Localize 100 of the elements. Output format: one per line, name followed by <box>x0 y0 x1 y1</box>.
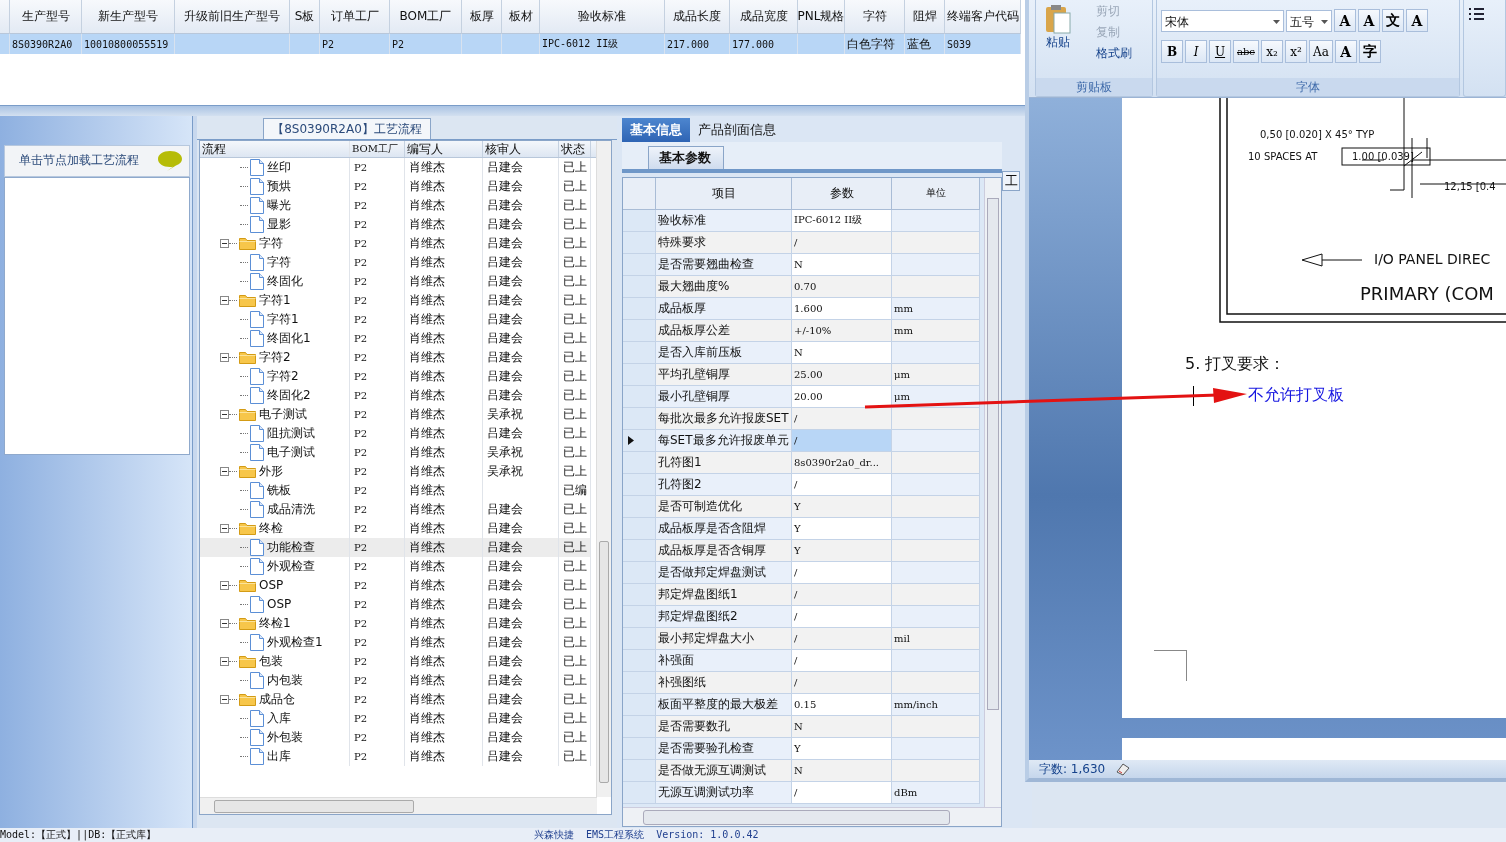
tree-row[interactable]: 终固化1 P2 肖维杰 吕建会 已上 <box>200 328 591 348</box>
tab[interactable]: 工 <box>1002 170 1020 191</box>
tree-row[interactable]: 外观检查1 P2 肖维杰 吕建会 已上 <box>200 632 591 652</box>
ribbon-button[interactable]: Aa <box>1308 40 1333 63</box>
table-cell[interactable]: Y <box>792 737 892 760</box>
tab[interactable]: 基本信息 <box>622 117 690 142</box>
table-cell[interactable]: N <box>792 341 892 364</box>
column-header[interactable]: 生产型号 <box>10 0 82 34</box>
ribbon-button[interactable]: B <box>1161 40 1183 63</box>
column-header[interactable]: PNL规格 <box>798 0 845 34</box>
row-header[interactable] <box>623 429 656 452</box>
table-cell[interactable]: 1.600 <box>792 297 892 320</box>
table-cell[interactable]: / <box>792 649 892 672</box>
table-cell[interactable]: +/-10% <box>792 319 892 342</box>
ribbon-button[interactable]: A <box>1406 9 1428 32</box>
tree-row[interactable]: 显影 P2 肖维杰 吕建会 已上 <box>200 214 591 234</box>
collapse-icon[interactable] <box>220 466 229 476</box>
column-header[interactable]: 升级前旧生产型号 <box>175 0 290 34</box>
table-cell[interactable]: N <box>792 253 892 276</box>
collapse-icon[interactable] <box>220 238 229 248</box>
tree-row[interactable]: OSP P2 肖维杰 吕建会 已上 <box>200 575 591 595</box>
ribbon-button[interactable]: A <box>1334 9 1356 32</box>
column-header[interactable]: 字符 <box>845 0 905 34</box>
scrollbar[interactable] <box>984 177 1001 808</box>
tree-row[interactable]: 出库 P2 肖维杰 吕建会 已上 <box>200 746 591 766</box>
tree-row[interactable]: OSP P2 肖维杰 吕建会 已上 <box>200 594 591 614</box>
table-cell[interactable]: Y <box>792 495 892 518</box>
column-header[interactable]: 状态 <box>559 140 591 157</box>
splitter-bar[interactable] <box>0 104 1025 116</box>
collapse-icon[interactable] <box>220 580 229 590</box>
table-cell[interactable]: 25.00 <box>792 363 892 386</box>
column-header[interactable]: 终端客户代码 <box>945 0 1021 34</box>
ribbon-button[interactable]: U <box>1209 40 1231 63</box>
column-header[interactable]: 参数 <box>792 177 892 210</box>
paste-button[interactable]: 粘贴 <box>1036 0 1080 78</box>
ribbon-button[interactable]: 格式刷 <box>1080 44 1132 63</box>
table-cell[interactable]: N <box>792 715 892 738</box>
table-cell[interactable]: 8s0390r2a0_dr... <box>792 451 892 474</box>
table-cell[interactable]: / <box>792 561 892 584</box>
tree-row[interactable]: 功能检查 P2 肖维杰 吕建会 已上 <box>200 537 591 557</box>
column-header[interactable]: 板材 <box>502 0 540 34</box>
dropdown-icon[interactable] <box>1321 19 1328 24</box>
column-header[interactable]: BOM工厂 <box>390 0 462 34</box>
table-cell[interactable]: Y <box>792 539 892 562</box>
tree-row[interactable]: 预烘 P2 肖维杰 吕建会 已上 <box>200 176 591 196</box>
collapse-icon[interactable] <box>220 352 229 362</box>
tree-row[interactable]: 终固化 P2 肖维杰 吕建会 已上 <box>200 271 591 291</box>
ribbon-button[interactable]: 文 <box>1382 9 1404 32</box>
tree-row[interactable]: 终检1 P2 肖维杰 吕建会 已上 <box>200 613 591 633</box>
tree-row[interactable]: 字符2 P2 肖维杰 吕建会 已上 <box>200 366 591 386</box>
tree-row[interactable]: 外包装 P2 肖维杰 吕建会 已上 <box>200 727 591 747</box>
scrollbar[interactable] <box>200 797 597 814</box>
proofing-icon[interactable] <box>1115 762 1132 776</box>
tree-row[interactable]: 入库 P2 肖维杰 吕建会 已上 <box>200 708 591 728</box>
ribbon-button[interactable]: A <box>1334 40 1357 63</box>
scrollbar[interactable] <box>596 140 611 797</box>
ribbon-button[interactable]: x₂ <box>1260 40 1283 63</box>
tree-row[interactable]: 外形 P2 肖维杰 吴承祝 已上 <box>200 461 591 481</box>
tree-row[interactable]: 铣板 P2 肖维杰 已编 <box>200 480 591 500</box>
collapse-icon[interactable] <box>220 656 229 666</box>
table-cell[interactable]: / <box>792 671 892 694</box>
column-header[interactable]: 成品长度 <box>665 0 730 34</box>
ribbon-button[interactable]: abc <box>1233 40 1259 63</box>
ribbon-button[interactable]: A <box>1358 9 1380 32</box>
ribbon-button[interactable]: 字 <box>1358 40 1381 63</box>
word-count[interactable]: 字数: 1,630 <box>1039 760 1106 778</box>
column-header[interactable]: 验收标准 <box>540 0 665 34</box>
tree-row[interactable]: 外观检查 P2 肖维杰 吕建会 已上 <box>200 556 591 576</box>
tree-row[interactable]: 成品仓 P2 肖维杰 吕建会 已上 <box>200 689 591 709</box>
tree-row[interactable]: 字符 P2 肖维杰 吕建会 已上 <box>200 252 591 272</box>
tree-row[interactable]: 曝光 P2 肖维杰 吕建会 已上 <box>200 195 591 215</box>
tree-row[interactable]: 字符1 P2 肖维杰 吕建会 已上 <box>200 290 591 310</box>
column-header[interactable]: 成品宽度 <box>730 0 798 34</box>
tree-row[interactable]: 字符 P2 肖维杰 吕建会 已上 <box>200 233 591 253</box>
font-size-field[interactable]: 五号 <box>1286 9 1332 32</box>
column-header[interactable]: 板厚 <box>462 0 502 34</box>
tree-row[interactable]: 字符2 P2 肖维杰 吕建会 已上 <box>200 347 591 367</box>
table-cell[interactable]: 0.15 <box>792 693 892 716</box>
tree-row[interactable]: 成品清洗 P2 肖维杰 吕建会 已上 <box>200 499 591 519</box>
column-header[interactable]: 流程 <box>200 140 350 157</box>
dropdown-icon[interactable] <box>1273 19 1280 24</box>
ribbon-button[interactable]: x² <box>1284 40 1307 63</box>
table-cell[interactable]: 0.70 <box>792 275 892 298</box>
scrollbar[interactable] <box>623 806 1001 826</box>
collapse-icon[interactable] <box>220 618 229 628</box>
tree-row[interactable]: 丝印 P2 肖维杰 吕建会 已上 <box>200 157 591 177</box>
column-header[interactable]: 单位 <box>892 177 980 210</box>
collapse-icon[interactable] <box>220 694 229 704</box>
table-cell[interactable]: / <box>792 407 892 430</box>
table-cell[interactable]: / <box>792 781 892 804</box>
table-cell[interactable]: N <box>792 759 892 782</box>
panel-title-tab[interactable]: 【8S0390R2A0】工艺流程 <box>263 117 431 139</box>
tree-row[interactable]: 终固化2 P2 肖维杰 吕建会 已上 <box>200 385 591 405</box>
tree-row[interactable]: 阻抗测试 P2 肖维杰 吕建会 已上 <box>200 423 591 443</box>
table-cell[interactable]: Y <box>792 517 892 540</box>
table-cell[interactable]: / <box>792 429 892 452</box>
table-cell[interactable]: / <box>792 627 892 650</box>
list-icon[interactable] <box>1468 8 1484 20</box>
collapse-icon[interactable] <box>220 295 229 305</box>
column-header[interactable]: 核审人 <box>483 140 559 157</box>
